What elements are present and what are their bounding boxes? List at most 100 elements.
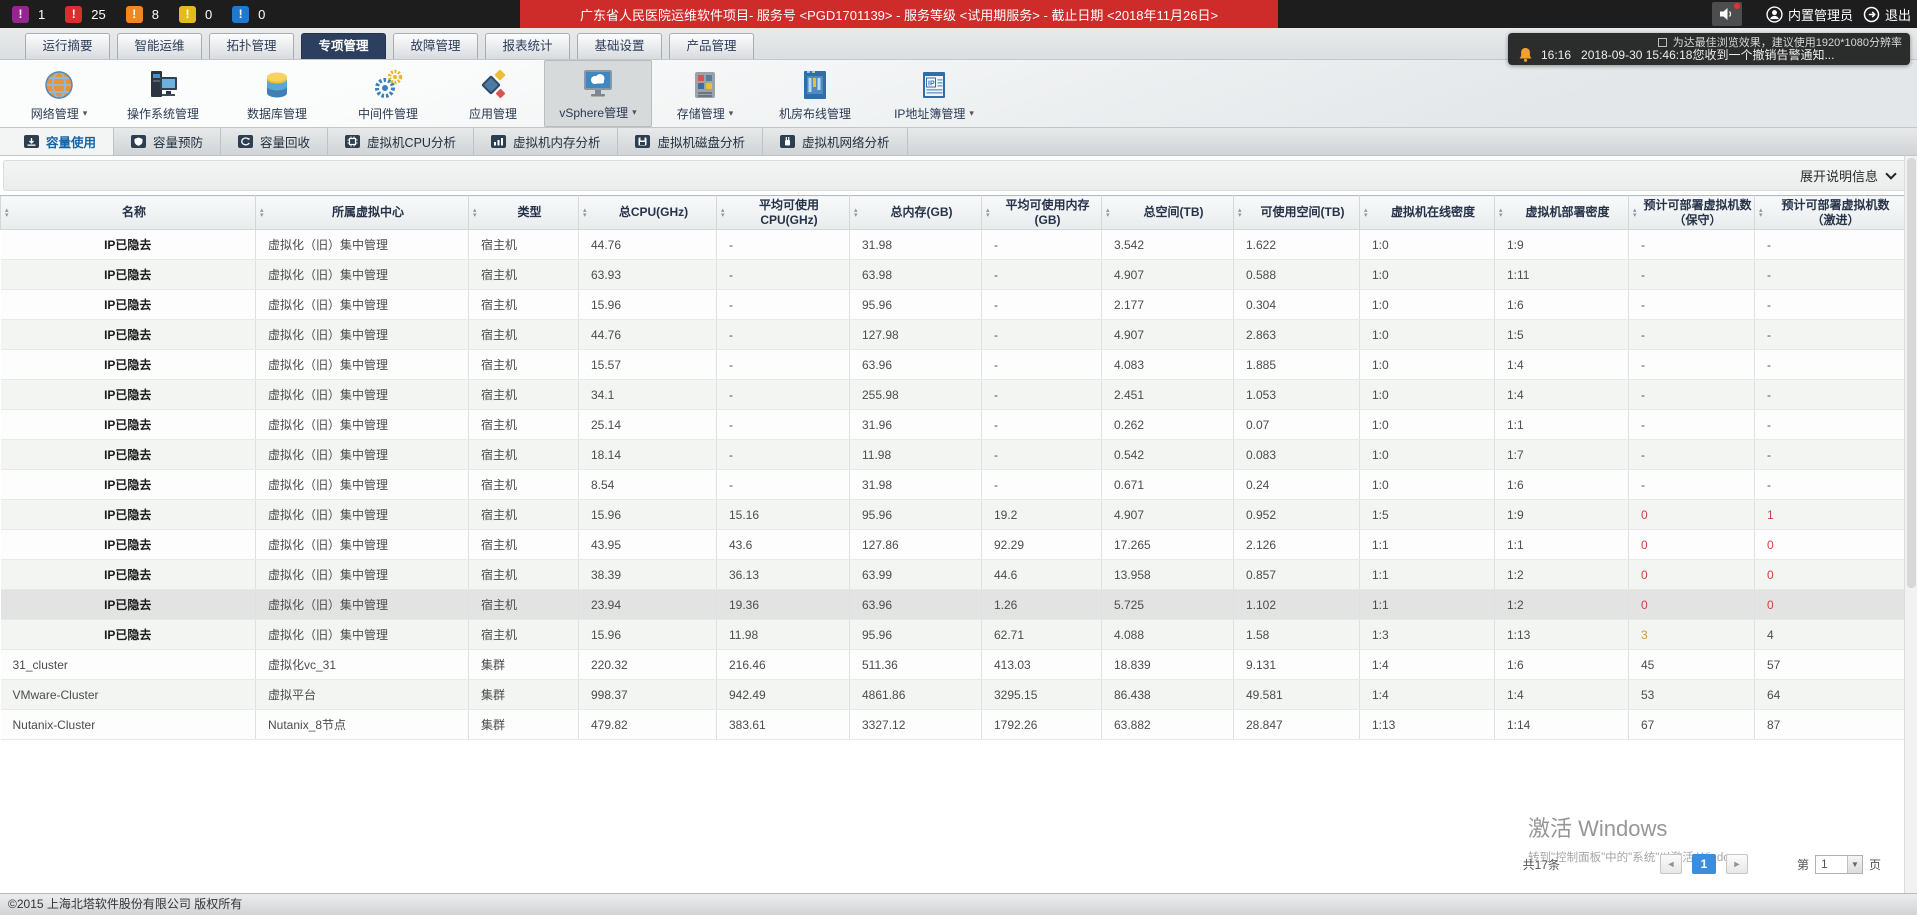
prev-page-button[interactable]: ◄ <box>1660 854 1682 874</box>
sort-icon[interactable]: ▴▾ <box>1499 208 1503 218</box>
page-select[interactable]: 1 ▼ <box>1815 855 1863 874</box>
cell: 虚拟化（旧）集中管理 <box>256 500 469 530</box>
table-row[interactable]: IP已隐去虚拟化（旧）集中管理宿主机15.9611.9895.9662.714.… <box>1 620 1905 650</box>
cell: 1:0 <box>1360 470 1495 500</box>
sort-icon[interactable]: ▴▾ <box>986 208 990 218</box>
table-row[interactable]: IP已隐去虚拟化（旧）集中管理宿主机23.9419.3663.961.265.7… <box>1 590 1905 620</box>
table-row[interactable]: IP已隐去虚拟化（旧）集中管理宿主机25.14-31.96-0.2620.071… <box>1 410 1905 440</box>
toolbar-item-cabling[interactable]: 机房布线管理 <box>758 60 872 127</box>
alert-level-4[interactable]: ! 0 <box>179 6 212 23</box>
user-menu[interactable]: 内置管理员 <box>1766 5 1853 24</box>
name-cell: Nutanix-Cluster <box>1 710 256 740</box>
cell: 虚拟化（旧）集中管理 <box>256 560 469 590</box>
column-header[interactable]: ▴▾平均可使用内存(GB) <box>982 196 1102 230</box>
column-header[interactable]: ▴▾名称 <box>1 196 256 230</box>
sort-icon[interactable]: ▴▾ <box>1759 208 1763 218</box>
logout-button[interactable]: 退出 <box>1863 5 1911 24</box>
column-header[interactable]: ▴▾预计可部署虚拟机数 （激进） <box>1755 196 1905 230</box>
tab-intelligent-ops[interactable]: 智能运维 <box>117 33 202 59</box>
toolbar-item-middleware[interactable]: 中间件管理 <box>334 60 442 127</box>
current-page-button[interactable]: 1 <box>1692 854 1716 874</box>
column-header[interactable]: ▴▾预计可部署虚拟机数 （保守） <box>1629 196 1755 230</box>
subtab-capacity-usage[interactable]: 容量使用 <box>0 128 114 155</box>
tab-run-summary[interactable]: 运行摘要 <box>25 33 110 59</box>
table-row[interactable]: IP已隐去虚拟化（旧）集中管理宿主机18.14-11.98-0.5420.083… <box>1 440 1905 470</box>
table-row[interactable]: Nutanix-ClusterNutanix_8节点集群479.82383.61… <box>1 710 1905 740</box>
sort-icon[interactable]: ▴▾ <box>1364 208 1368 218</box>
table-row[interactable]: IP已隐去虚拟化（旧）集中管理宿主机63.93-63.98-4.9070.588… <box>1 260 1905 290</box>
subtab-capacity-reclaim[interactable]: 容量回收 <box>221 128 328 155</box>
cell: 1.885 <box>1234 350 1360 380</box>
alert-level-2[interactable]: ! 25 <box>65 6 105 23</box>
table-row[interactable]: IP已隐去虚拟化（旧）集中管理宿主机15.57-63.96-4.0831.885… <box>1 350 1905 380</box>
cell: 92.29 <box>982 530 1102 560</box>
sort-icon[interactable]: ▴▾ <box>1633 208 1637 218</box>
tab-basic-settings[interactable]: 基础设置 <box>577 33 662 59</box>
alert-level-1[interactable]: ! 1 <box>12 6 45 23</box>
tab-topology[interactable]: 拓扑管理 <box>209 33 294 59</box>
table-row[interactable]: IP已隐去虚拟化（旧）集中管理宿主机44.76-31.98-3.5421.622… <box>1 230 1905 260</box>
table-row[interactable]: IP已隐去虚拟化（旧）集中管理宿主机34.1-255.98-2.4511.053… <box>1 380 1905 410</box>
toolbar-item-storage[interactable]: 存储管理▾ <box>652 60 758 127</box>
alert-minor-icon: ! <box>126 6 143 23</box>
sort-icon[interactable]: ▴▾ <box>1238 208 1242 218</box>
sort-icon[interactable]: ▴▾ <box>5 208 9 218</box>
column-header[interactable]: ▴▾类型 <box>469 196 579 230</box>
column-header[interactable]: ▴▾总CPU(GHz) <box>579 196 717 230</box>
cell: 1.102 <box>1234 590 1360 620</box>
cell: 0 <box>1629 590 1755 620</box>
subtab-vm-network-analysis[interactable]: 虚拟机网络分析 <box>763 128 908 155</box>
vertical-scrollbar[interactable] <box>1904 156 1917 893</box>
table-row[interactable]: IP已隐去虚拟化（旧）集中管理宿主机15.9615.1695.9619.24.9… <box>1 500 1905 530</box>
subtab-vm-disk-analysis[interactable]: 虚拟机磁盘分析 <box>618 128 763 155</box>
table-row[interactable]: IP已隐去虚拟化（旧）集中管理宿主机43.9543.6127.8692.2917… <box>1 530 1905 560</box>
tab-special-management[interactable]: 专项管理 <box>301 33 386 59</box>
table-row[interactable]: 31_cluster虚拟化vc_31集群220.32216.46511.3641… <box>1 650 1905 680</box>
cell: 宿主机 <box>469 590 579 620</box>
alert-level-3[interactable]: ! 8 <box>126 6 159 23</box>
subtab-vm-memory-analysis[interactable]: 虚拟机内存分析 <box>474 128 619 155</box>
table-row[interactable]: IP已隐去虚拟化（旧）集中管理宿主机44.76-127.98-4.9072.86… <box>1 320 1905 350</box>
scrollbar-thumb[interactable] <box>1907 158 1916 588</box>
toolbar-item-app[interactable]: 应用管理 <box>442 60 544 127</box>
column-header[interactable]: ▴▾虚拟机部署密度 <box>1495 196 1629 230</box>
toolbar-item-ip-address[interactable]: IP IP地址簿管理▾ <box>872 60 996 127</box>
sort-icon[interactable]: ▴▾ <box>1106 208 1110 218</box>
column-header[interactable]: ▴▾总空间(TB) <box>1102 196 1234 230</box>
expand-info-bar[interactable]: 展开说明信息 <box>3 160 1914 191</box>
column-header[interactable]: ▴▾总内存(GB) <box>850 196 982 230</box>
sort-icon[interactable]: ▴▾ <box>473 208 477 218</box>
toolbar-item-network[interactable]: 网络管理▾ <box>12 60 106 127</box>
subtab-vm-cpu-analysis[interactable]: 虚拟机CPU分析 <box>328 128 474 155</box>
toolbar-item-os[interactable]: 操作系统管理 <box>106 60 220 127</box>
table-row[interactable]: IP已隐去虚拟化（旧）集中管理宿主机8.54-31.98-0.6710.241:… <box>1 470 1905 500</box>
tab-product-management[interactable]: 产品管理 <box>669 33 754 59</box>
tab-report-statistics[interactable]: 报表统计 <box>485 33 570 59</box>
sound-toggle-button[interactable] <box>1712 2 1742 26</box>
table-row[interactable]: VMware-Cluster虚拟平台集群998.37942.494861.863… <box>1 680 1905 710</box>
table-row[interactable]: IP已隐去虚拟化（旧）集中管理宿主机15.96-95.96-2.1770.304… <box>1 290 1905 320</box>
notification-toast[interactable]: 为达最佳浏览效果，建议使用1920*1080分辨率 16:16 2018-09-… <box>1508 33 1910 65</box>
sort-icon[interactable]: ▴▾ <box>583 208 587 218</box>
subtab-capacity-prevention[interactable]: 容量预防 <box>114 128 221 155</box>
column-header[interactable]: ▴▾所属虚拟中心 <box>256 196 469 230</box>
column-header[interactable]: ▴▾平均可使用 CPU(GHz) <box>717 196 850 230</box>
cell: 0 <box>1755 530 1905 560</box>
sort-icon[interactable]: ▴▾ <box>260 208 264 218</box>
dropdown-arrow-icon: ▾ <box>632 107 637 118</box>
tab-fault-management[interactable]: 故障管理 <box>393 33 478 59</box>
column-header[interactable]: ▴▾可使用空间(TB) <box>1234 196 1360 230</box>
toolbar-item-vsphere[interactable]: vSphere管理▾ <box>544 60 652 127</box>
next-page-button[interactable]: ► <box>1726 854 1748 874</box>
sort-icon[interactable]: ▴▾ <box>854 208 858 218</box>
column-header[interactable]: ▴▾虚拟机在线密度 <box>1360 196 1495 230</box>
toolbar-item-database[interactable]: 数据库管理 <box>220 60 334 127</box>
cell: - <box>717 380 850 410</box>
sort-icon[interactable]: ▴▾ <box>721 208 725 218</box>
alert-level-5[interactable]: ! 0 <box>232 6 265 23</box>
cell: 1:4 <box>1495 680 1629 710</box>
table-row[interactable]: IP已隐去虚拟化（旧）集中管理宿主机38.3936.1363.9944.613.… <box>1 560 1905 590</box>
cell: 虚拟化vc_31 <box>256 650 469 680</box>
select-arrow-icon[interactable]: ▼ <box>1847 856 1862 873</box>
cell: - <box>1629 320 1755 350</box>
